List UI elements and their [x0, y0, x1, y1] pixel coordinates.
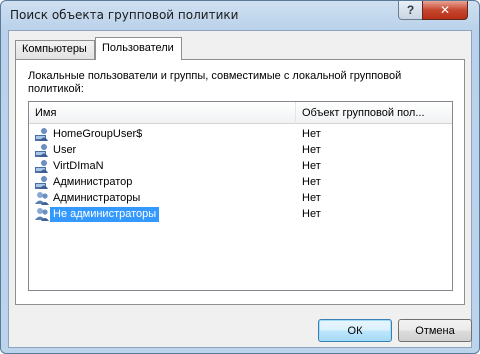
list-header: Имя Объект групповой пол... [29, 102, 452, 124]
row-name: User [53, 144, 77, 156]
tab-computers[interactable]: Компьютеры [15, 40, 95, 59]
row-name: Администратор [53, 176, 133, 188]
group-icon [35, 192, 49, 205]
row-gpo-value: Нет [302, 128, 321, 140]
column-header-name[interactable]: Имя [29, 102, 296, 124]
row-gpo-value: Нет [302, 192, 321, 204]
column-header-gpo[interactable]: Объект групповой пол... [296, 102, 452, 124]
tab-users[interactable]: Пользователи [95, 37, 182, 60]
table-row[interactable]: HomeGroupUser$ Нет [29, 126, 452, 142]
user-icon [35, 144, 48, 157]
tab-panel-users: Локальные пользователи и группы, совмест… [15, 59, 465, 305]
dialog-window: Поиск объекта групповой политики ? ✕ Ком… [0, 0, 480, 354]
description-label: Локальные пользователи и группы, совмест… [28, 70, 402, 95]
table-row[interactable]: Администратор Нет [29, 174, 452, 190]
title-bar[interactable]: Поиск объекта групповой политики ? ✕ [1, 1, 479, 29]
close-button[interactable]: ✕ [422, 1, 468, 20]
users-list-view[interactable]: Имя Объект групповой пол... HomeGroupUse… [28, 101, 453, 291]
table-row[interactable]: Не администраторы Нет [29, 206, 452, 222]
row-name: Не администраторы [50, 207, 160, 222]
row-gpo-value: Нет [302, 176, 321, 188]
row-gpo-value: Нет [302, 144, 321, 156]
table-row[interactable]: User Нет [29, 142, 452, 158]
row-gpo-value: Нет [302, 160, 321, 172]
ok-button[interactable]: ОК [318, 319, 392, 342]
list-rows: HomeGroupUser$ Нет User Нет VirtDImaN Не… [29, 126, 452, 222]
close-icon: ✕ [439, 3, 451, 17]
row-name: HomeGroupUser$ [53, 128, 143, 140]
user-icon [35, 176, 48, 189]
dialog-client-area: Компьютеры Пользователи Локальные пользо… [8, 30, 472, 348]
user-icon [35, 128, 48, 141]
row-name: VirtDImaN [53, 160, 104, 172]
row-gpo-value: Нет [302, 208, 321, 220]
cancel-button[interactable]: Отмена [398, 319, 472, 342]
help-button[interactable]: ? [398, 1, 423, 20]
table-row[interactable]: VirtDImaN Нет [29, 158, 452, 174]
help-icon: ? [406, 3, 415, 17]
window-title: Поиск объекта групповой политики [10, 8, 239, 22]
table-row[interactable]: Администраторы Нет [29, 190, 452, 206]
row-name: Администраторы [53, 192, 141, 204]
group-icon [35, 208, 49, 221]
user-icon [35, 160, 48, 173]
